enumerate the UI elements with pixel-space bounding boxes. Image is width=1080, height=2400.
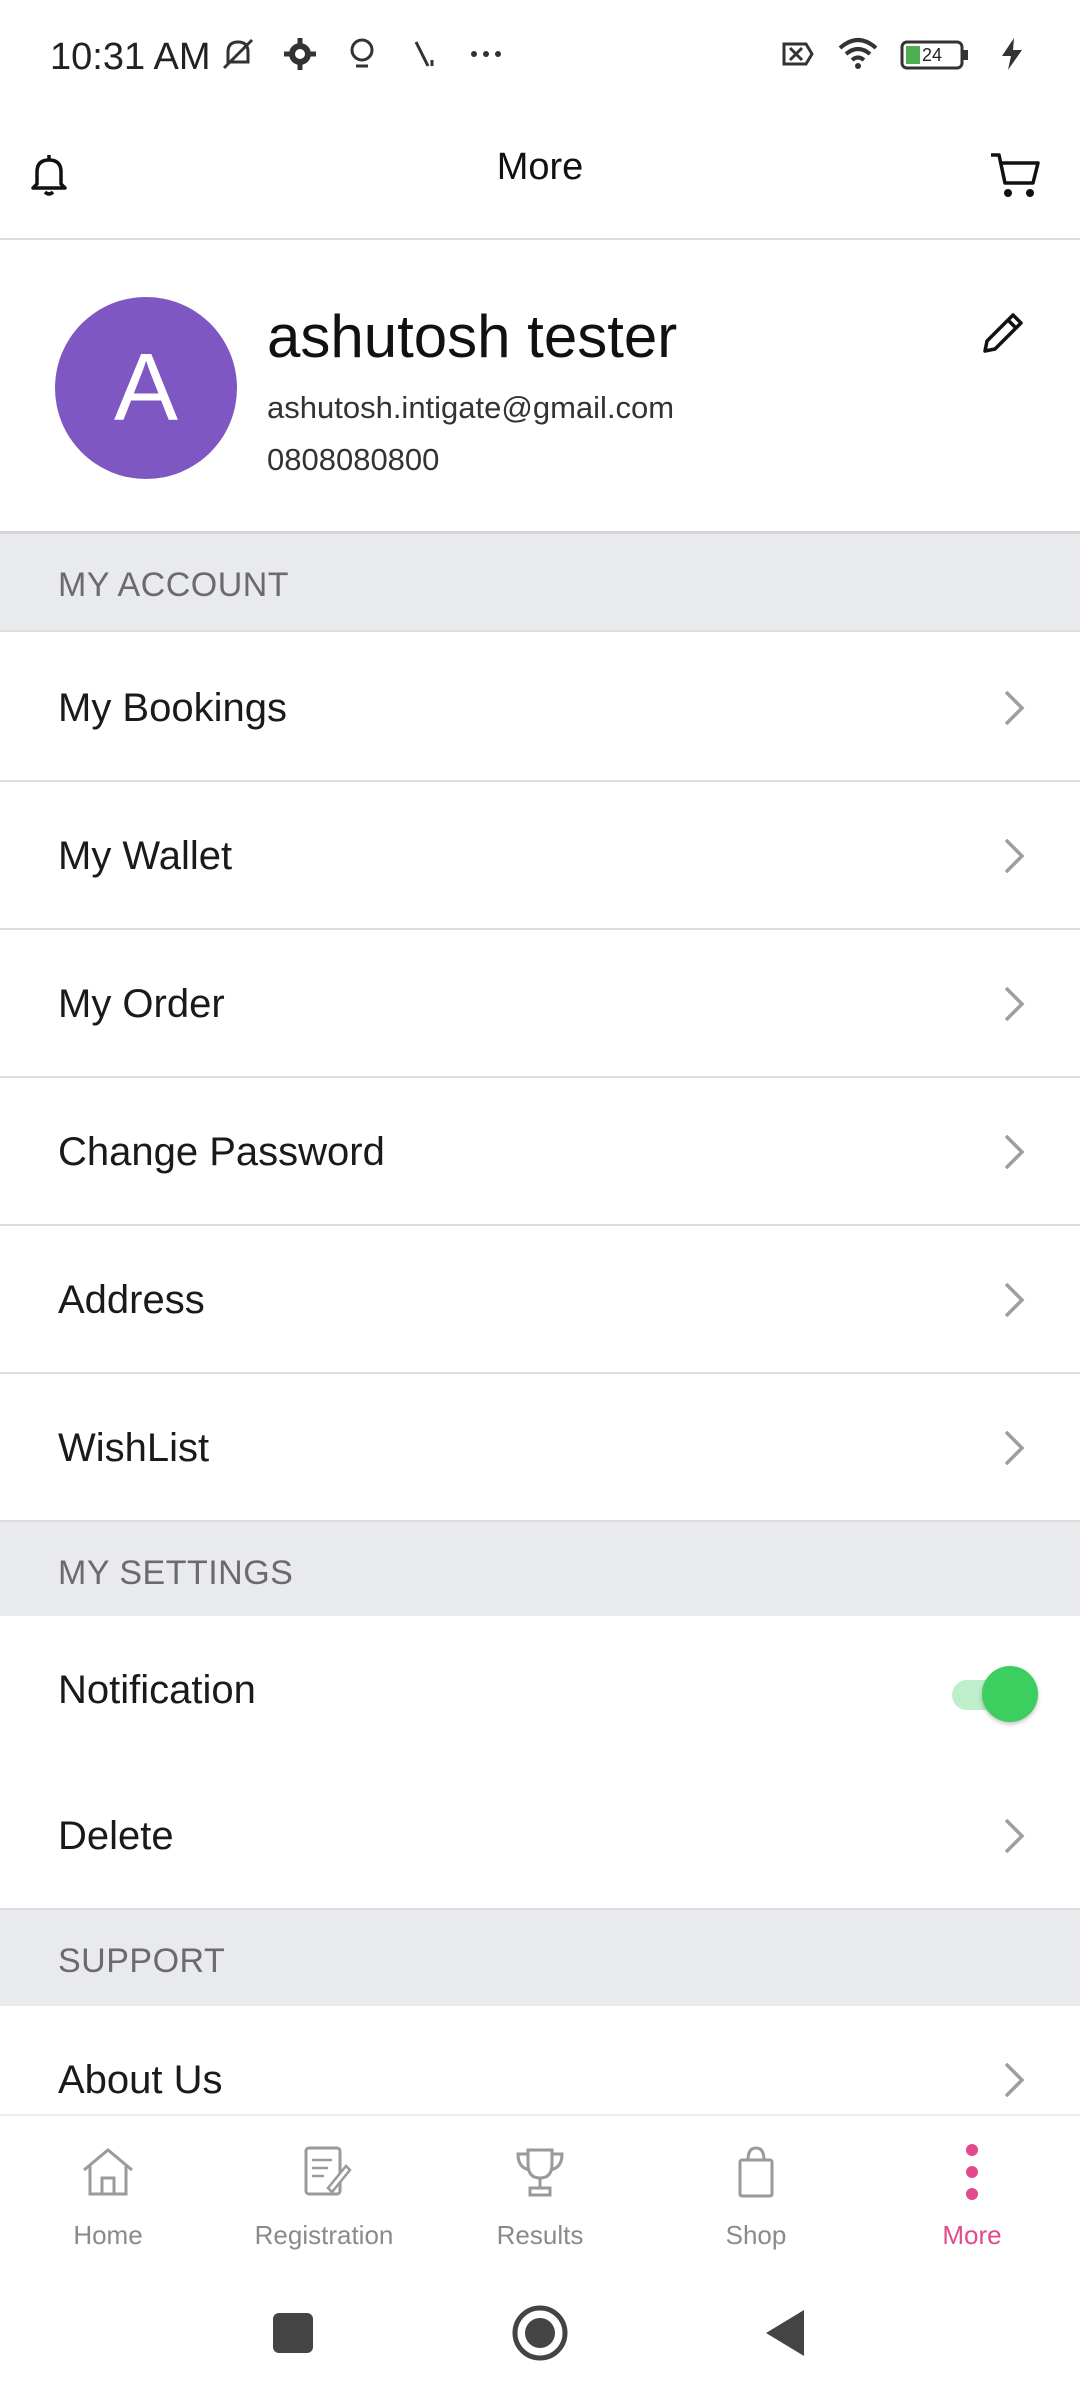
section-my-account: MY ACCOUNT (0, 534, 1080, 632)
menu-item-label: Notification (58, 1668, 256, 1712)
status-time: 10:31 AM (50, 36, 211, 78)
chevron-right-icon (1004, 1134, 1025, 1170)
section-my-settings: MY SETTINGS (0, 1522, 1080, 1620)
trophy-icon (516, 2148, 564, 2197)
avatar: A (55, 297, 237, 479)
chevron-right-icon (1004, 1818, 1025, 1854)
more-vertical-icon (966, 2144, 978, 2200)
settings-gear-icon (284, 38, 316, 70)
home-circle-icon (512, 2305, 568, 2361)
registration-icon (304, 2146, 352, 2196)
menu-item-address[interactable]: Address (0, 1226, 1080, 1374)
menu-item-label: Change Password (58, 1130, 385, 1174)
nav-label: More (942, 2220, 1002, 2250)
menu-item-label: My Wallet (58, 834, 233, 878)
status-icons-right: 24 (776, 34, 1032, 74)
menu-item-label: Address (58, 1278, 205, 1322)
status-bar: 10:31 AM 24 (0, 0, 1080, 110)
menu-item-label: WishList (58, 1426, 210, 1470)
nav-label: Results (496, 2220, 584, 2250)
system-navigation-bar (0, 2270, 1080, 2400)
home-system-button[interactable] (505, 2298, 575, 2368)
shopping-bag-icon (738, 2146, 774, 2198)
chevron-right-icon (1004, 690, 1025, 726)
signal-slash-icon (414, 41, 434, 67)
chevron-right-icon (1004, 838, 1025, 874)
menu-item-delete[interactable]: Delete (0, 1762, 1080, 1910)
menu-item-about-us[interactable]: About Us (0, 2006, 1080, 2114)
wifi-icon (838, 38, 878, 69)
profile-email: ashutosh.intigate@gmail.com (267, 390, 675, 425)
home-icon (83, 2148, 133, 2196)
menu-item-label: About Us (58, 2058, 223, 2102)
battery-icon: 24 (900, 40, 968, 70)
menu-item-my-wallet[interactable]: My Wallet (0, 782, 1080, 930)
profile-phone: 0808080800 (267, 442, 440, 477)
mute-icon (222, 38, 254, 70)
section-support: SUPPORT (0, 1910, 1080, 2008)
nav-shop[interactable]: Shop (648, 2116, 864, 2272)
chevron-right-icon (1004, 2062, 1025, 2098)
battery-level: 24 (922, 45, 942, 65)
section-title: MY SETTINGS (58, 1554, 294, 1592)
menu-item-notification: Notification (0, 1616, 1080, 1764)
nav-results[interactable]: Results (432, 2116, 648, 2272)
menu-item-my-bookings[interactable]: My Bookings (0, 634, 1080, 782)
section-title: SUPPORT (58, 1942, 226, 1980)
menu-item-label: My Order (58, 982, 225, 1026)
charging-bolt-icon (1002, 38, 1022, 70)
cart-icon (991, 153, 1040, 197)
bottom-navigation: Home Registration Results Shop More (0, 2114, 1080, 2270)
nav-label: Shop (725, 2220, 787, 2250)
toggle-knob (982, 1666, 1038, 1722)
profile-card: A ashutosh tester ashutosh.intigate@gmai… (0, 242, 1080, 534)
menu-item-label: Delete (58, 1814, 174, 1858)
page-title: More (496, 146, 584, 188)
nav-label: Registration (254, 2220, 394, 2250)
bulb-icon (350, 38, 374, 68)
nav-more[interactable]: More (864, 2116, 1080, 2272)
menu-item-change-password[interactable]: Change Password (0, 1078, 1080, 1226)
status-icons-left (218, 34, 506, 74)
recents-square-icon (273, 2313, 313, 2353)
more-dots-icon (471, 51, 501, 57)
recents-button[interactable] (258, 2298, 328, 2368)
chevron-right-icon (1004, 1282, 1025, 1318)
section-title: MY ACCOUNT (58, 566, 290, 604)
menu-item-label: My Bookings (58, 686, 287, 730)
back-triangle-icon (766, 2310, 804, 2356)
nav-label: Home (73, 2220, 143, 2250)
menu-item-my-order[interactable]: My Order (0, 930, 1080, 1078)
nav-home[interactable]: Home (0, 2116, 216, 2272)
profile-name: ashutosh tester (267, 303, 678, 370)
chevron-right-icon (1004, 986, 1025, 1022)
edit-profile-button[interactable] (974, 302, 1034, 362)
notification-toggle[interactable] (946, 1664, 1038, 1722)
pencil-icon (983, 313, 1023, 353)
nav-registration[interactable]: Registration (216, 2116, 432, 2272)
no-sim-icon (782, 42, 814, 66)
menu-item-wishlist[interactable]: WishList (0, 1374, 1080, 1522)
chevron-right-icon (1004, 1430, 1025, 1466)
back-button[interactable] (750, 2298, 820, 2368)
cart-button[interactable] (980, 140, 1050, 210)
app-header: More (0, 110, 1080, 240)
